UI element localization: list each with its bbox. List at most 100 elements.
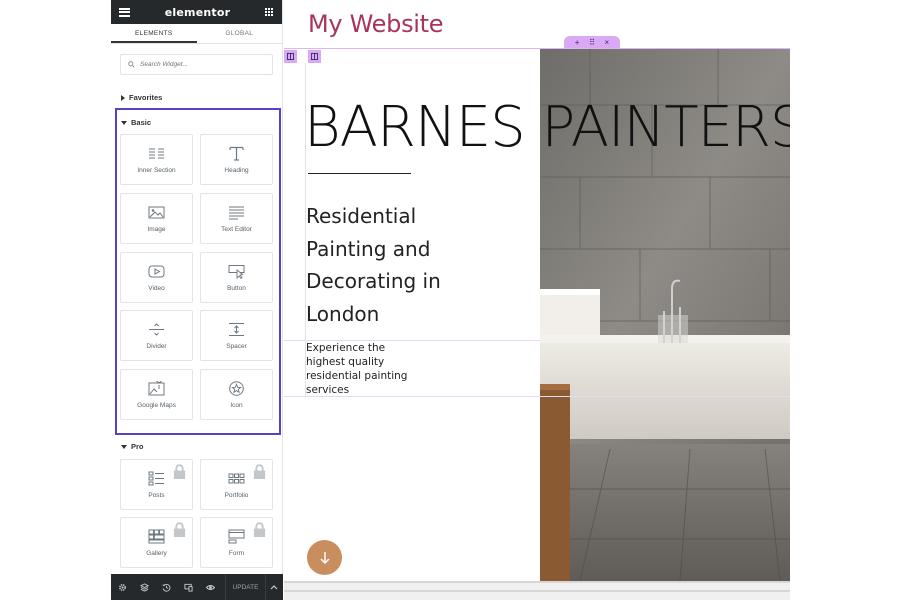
- heading-divider: [308, 173, 411, 174]
- editor-window: elementor ELEMENTS GLOBAL Favorites Basi…: [0, 0, 900, 600]
- posts-icon: [148, 471, 164, 485]
- widget-heading[interactable]: Heading: [200, 134, 273, 185]
- drag-section-icon[interactable]: ⠿: [589, 38, 595, 47]
- widget-label: Button: [227, 284, 246, 292]
- widget-label: Portfolio: [224, 491, 249, 499]
- category-favorites[interactable]: Favorites: [121, 93, 162, 102]
- column-icon: [311, 53, 318, 60]
- widget-label: Form: [228, 549, 245, 557]
- lock-icon: [253, 464, 266, 479]
- layers-icon: [139, 582, 149, 592]
- widget-search[interactable]: [120, 54, 273, 75]
- brand-logo: elementor: [164, 5, 231, 19]
- search-input[interactable]: [140, 61, 260, 68]
- main-heading[interactable]: BARNES PAINTERS: [304, 96, 790, 160]
- widget-label: Heading: [224, 166, 249, 174]
- widget-label: Text Editor: [221, 225, 252, 233]
- section-handle[interactable]: + ⠿ ×: [564, 36, 620, 48]
- search-icon: [128, 61, 135, 68]
- delete-section-icon[interactable]: ×: [605, 38, 610, 47]
- settings-button[interactable]: [111, 574, 133, 600]
- tab-elements[interactable]: ELEMENTS: [111, 24, 197, 43]
- preview-button[interactable]: [199, 574, 221, 600]
- widget-image[interactable]: Image: [120, 193, 193, 244]
- spacer-icon: [229, 322, 244, 336]
- lock-icon: [173, 522, 186, 537]
- paragraph-line: services: [306, 384, 350, 396]
- widget-divider[interactable]: Divider: [120, 310, 193, 361]
- widget-label: Icon: [230, 401, 243, 409]
- update-button[interactable]: UPDATE: [225, 574, 265, 600]
- widget-label: Divider: [146, 342, 167, 350]
- inner-section-icon: [149, 148, 164, 158]
- widget-label: Inner Section: [137, 166, 176, 174]
- video-icon: [148, 265, 165, 277]
- navigator-button[interactable]: [133, 574, 155, 600]
- responsive-icon: [183, 583, 193, 592]
- category-label: Pro: [131, 442, 144, 451]
- category-pro[interactable]: Pro: [121, 442, 144, 451]
- panel-footer: UPDATE: [111, 574, 283, 600]
- widget-portfolio[interactable]: Portfolio: [200, 459, 273, 510]
- history-icon: [161, 583, 170, 592]
- paragraph-line: highest quality: [306, 356, 385, 368]
- widget-form[interactable]: Form: [200, 517, 273, 568]
- google-maps-icon: [148, 380, 165, 395]
- widget-gallery[interactable]: Gallery: [120, 517, 193, 568]
- caret-down-icon: [121, 120, 127, 125]
- canvas-bottom-edge: [284, 581, 790, 600]
- editor-canvas: My Website + ⠿ × BARNES PAINTERS Residen…: [284, 0, 790, 600]
- paragraph-line: Experience the: [306, 342, 386, 354]
- subheading-line: London: [306, 301, 380, 326]
- heading-icon: [229, 146, 244, 161]
- caret-down-icon: [121, 444, 127, 449]
- subheading[interactable]: Residential Painting and Decorating in L…: [306, 200, 506, 330]
- category-label: Favorites: [129, 93, 163, 102]
- column-handle[interactable]: [284, 50, 297, 63]
- widget-posts[interactable]: Posts: [120, 459, 193, 510]
- subheading-line: Decorating in: [306, 269, 441, 293]
- divider-icon: [149, 322, 164, 336]
- category-basic[interactable]: Basic: [121, 118, 151, 127]
- elementor-panel: elementor ELEMENTS GLOBAL Favorites Basi…: [111, 0, 283, 600]
- form-icon: [228, 529, 245, 543]
- gallery-icon: [148, 529, 165, 543]
- column-icon: [287, 53, 294, 60]
- widget-video[interactable]: Video: [120, 252, 193, 303]
- arrow-down-icon: [319, 551, 330, 564]
- widget-button[interactable]: Button: [200, 252, 273, 303]
- subheading-line: Painting and: [306, 236, 431, 261]
- preview-icon: [205, 584, 215, 590]
- category-label: Basic: [131, 118, 152, 127]
- chevron-up-icon: [270, 585, 277, 590]
- button-icon: [228, 264, 245, 279]
- widgets-grid-icon[interactable]: [265, 7, 274, 17]
- widget-inner-section[interactable]: Inner Section: [120, 134, 193, 185]
- intro-paragraph[interactable]: Experience the highest quality residenti…: [306, 341, 426, 397]
- add-section-icon[interactable]: +: [575, 38, 580, 47]
- column-handle[interactable]: [308, 50, 321, 63]
- widget-label: Image: [147, 225, 166, 233]
- lock-icon: [253, 522, 266, 537]
- widget-label: Gallery: [146, 549, 167, 557]
- panel-tabs: ELEMENTS GLOBAL: [111, 24, 282, 44]
- responsive-mode-button[interactable]: [177, 574, 199, 600]
- lock-icon: [173, 464, 186, 479]
- panel-header: elementor: [111, 0, 282, 24]
- site-title[interactable]: My Website: [308, 10, 444, 38]
- widget-text-editor[interactable]: Text Editor: [200, 193, 273, 244]
- settings-icon: [118, 583, 126, 591]
- caret-right-icon: [121, 94, 125, 101]
- widget-label: Posts: [148, 491, 165, 499]
- tab-global[interactable]: GLOBAL: [197, 24, 283, 43]
- menu-icon[interactable]: [119, 7, 130, 17]
- scroll-down-button[interactable]: [307, 540, 342, 575]
- image-icon: [148, 206, 165, 218]
- widget-spacer[interactable]: Spacer: [200, 310, 273, 361]
- update-options-button[interactable]: [265, 574, 281, 600]
- star-icon: [229, 380, 244, 396]
- history-button[interactable]: [155, 574, 177, 600]
- subheading-line: Residential: [306, 204, 417, 228]
- widget-google-maps[interactable]: Google Maps: [120, 369, 193, 420]
- widget-icon[interactable]: Icon: [200, 369, 273, 420]
